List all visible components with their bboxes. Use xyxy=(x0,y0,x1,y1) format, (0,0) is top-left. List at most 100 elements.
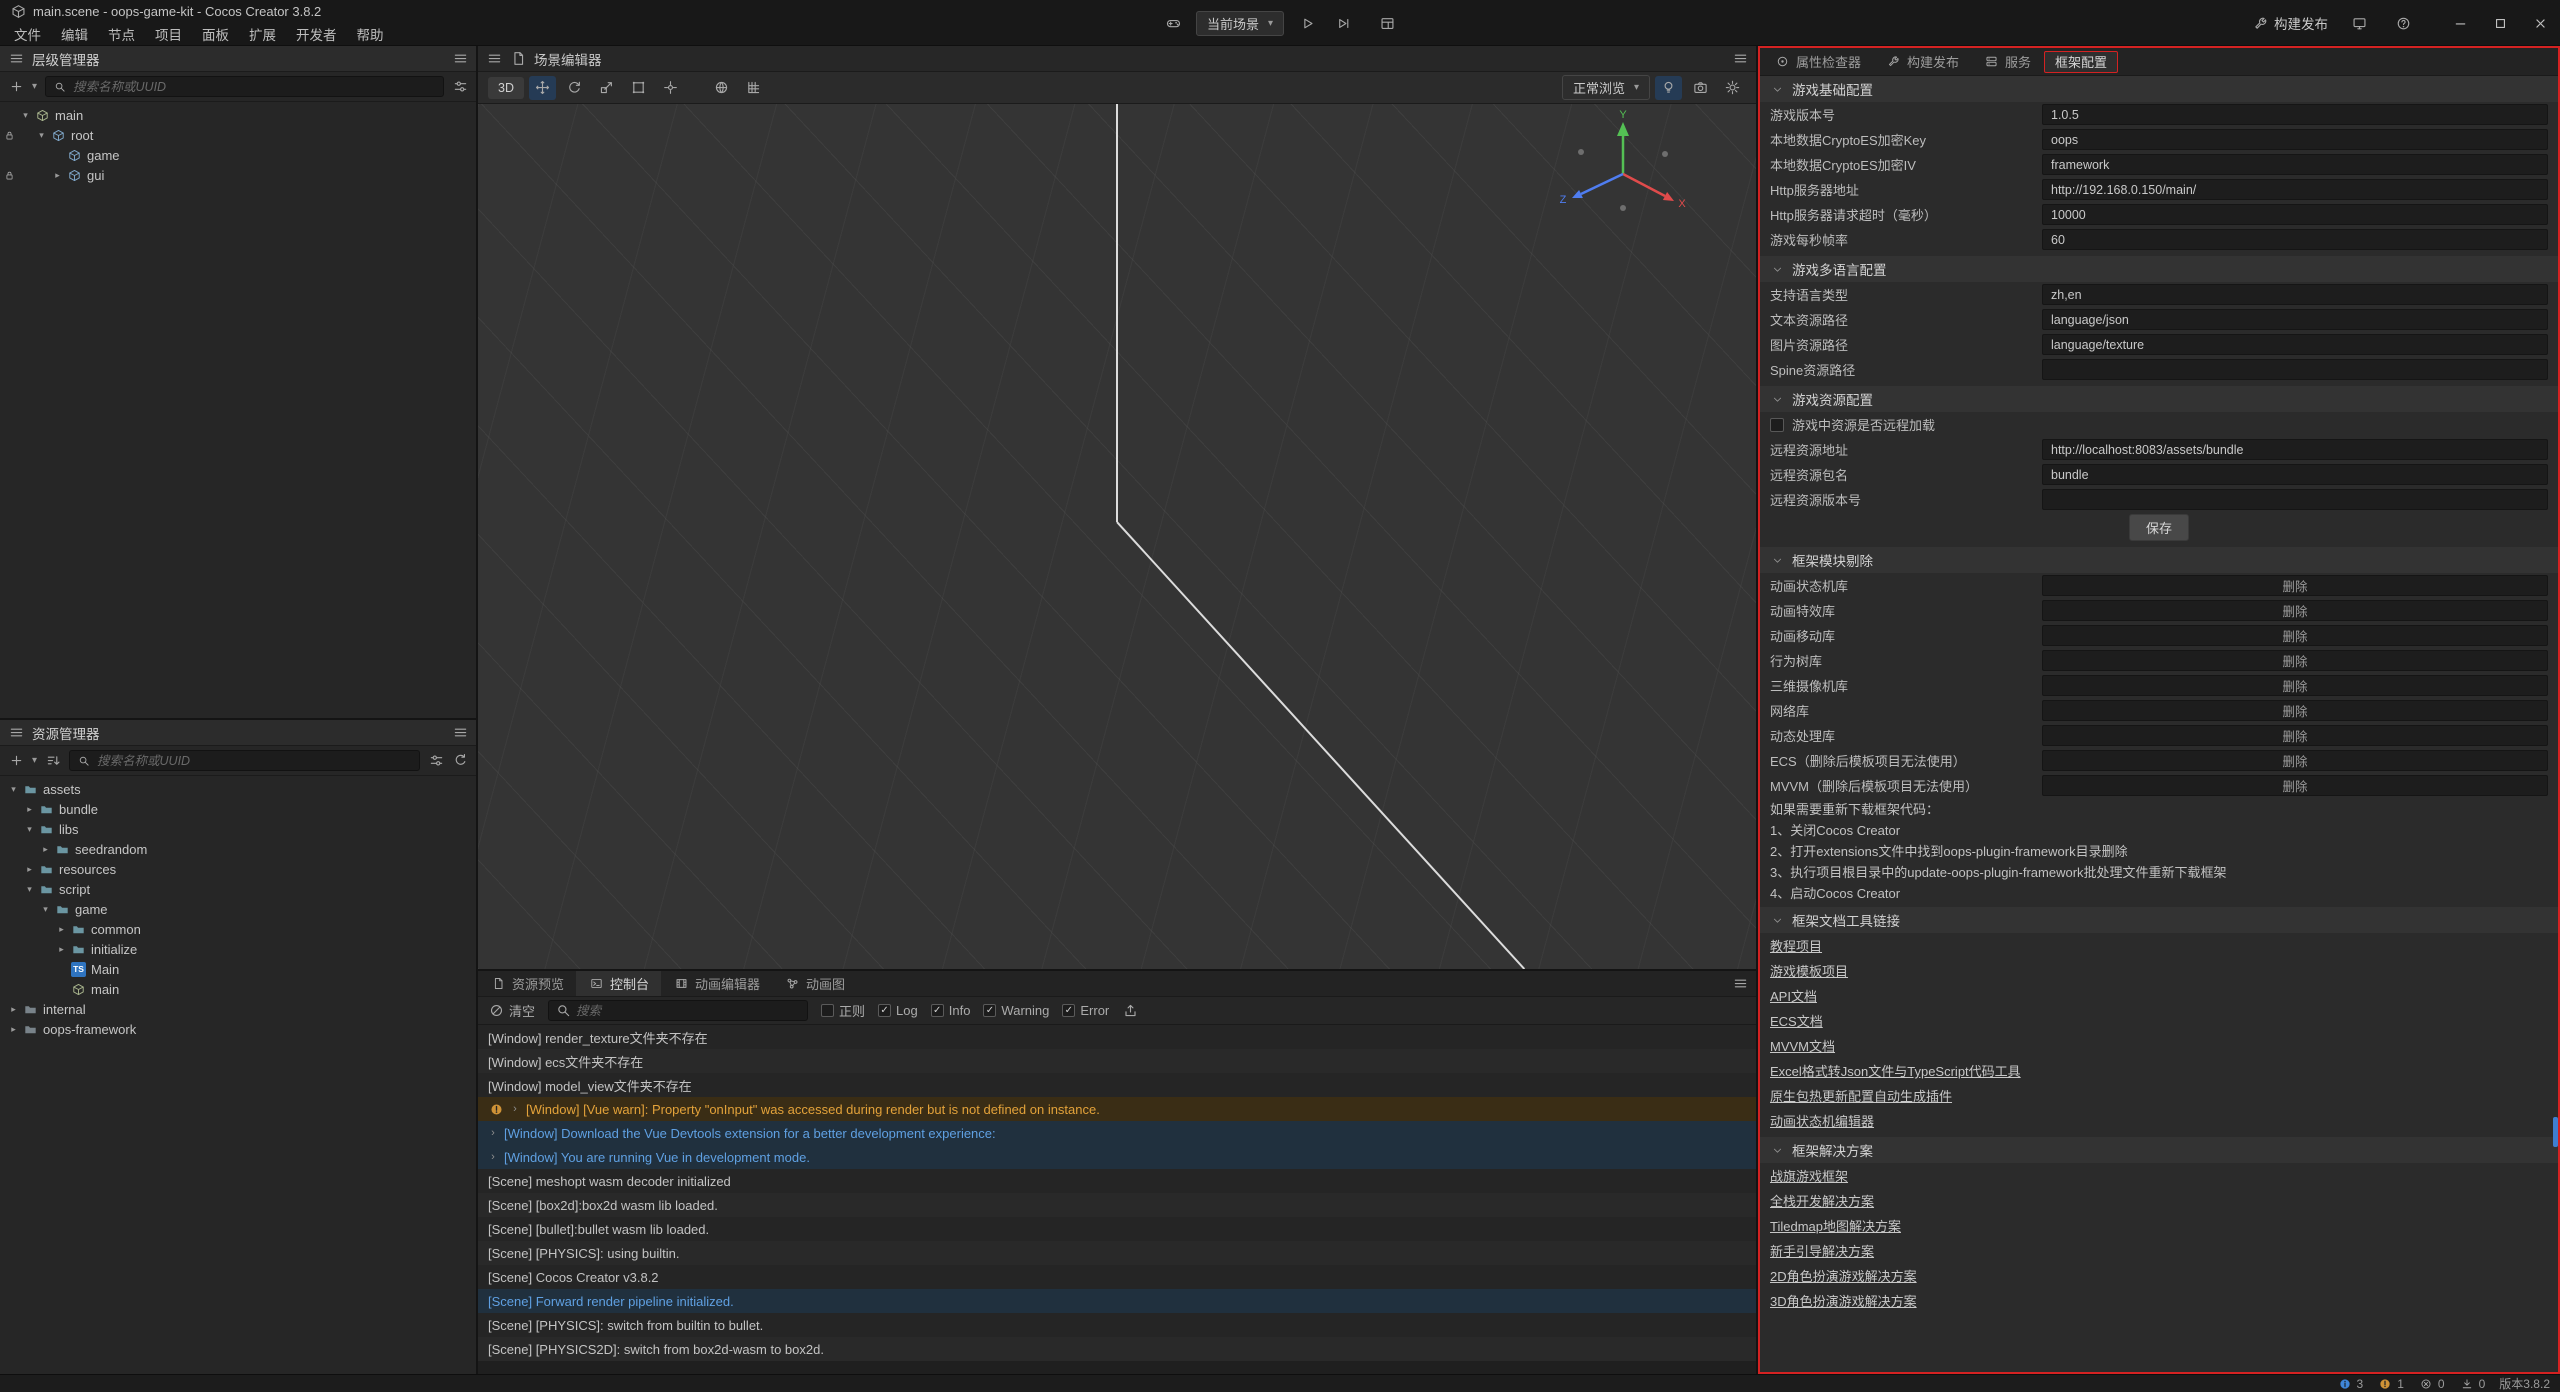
doc-link[interactable]: 动画状态机编辑器 xyxy=(1770,1111,1874,1130)
filter-error[interactable]: ✓Error xyxy=(1062,1003,1109,1018)
delete-module-button[interactable]: 删除 xyxy=(2042,675,2548,696)
text-input[interactable] xyxy=(2051,313,2539,327)
step-button[interactable] xyxy=(1330,10,1356,36)
text-field[interactable] xyxy=(2042,334,2548,355)
text-input[interactable] xyxy=(2051,468,2539,482)
scene-viewport[interactable]: Y X Z xyxy=(478,104,1756,969)
text-input[interactable] xyxy=(2051,108,2539,122)
save-button[interactable]: 保存 xyxy=(2129,514,2189,541)
inspector-tab[interactable]: 框架配置 xyxy=(2044,51,2118,73)
text-field[interactable] xyxy=(2042,129,2548,150)
text-input[interactable] xyxy=(2051,493,2539,507)
panel-options-icon[interactable] xyxy=(1732,51,1748,67)
collapse-icon[interactable]: ▾ xyxy=(18,110,33,121)
log-row[interactable]: ›[Window] You are running Vue in develop… xyxy=(478,1145,1756,1169)
doc-link[interactable]: Tiledmap地图解决方案 xyxy=(1770,1216,1901,1235)
tree-item[interactable]: ▾root xyxy=(0,125,476,145)
log-row[interactable]: [Scene] [PHYSICS]: using builtin. xyxy=(478,1241,1756,1265)
panel-menu-icon[interactable] xyxy=(8,51,24,67)
chevron-down-icon[interactable]: ▾ xyxy=(32,755,37,766)
collapse-icon[interactable]: ▾ xyxy=(34,130,49,141)
remote-load-checkbox[interactable] xyxy=(1770,418,1784,432)
doc-link[interactable]: MVVM文档 xyxy=(1770,1036,1835,1055)
panel-options-icon[interactable] xyxy=(452,725,468,741)
text-field[interactable] xyxy=(2042,489,2548,510)
expand-icon[interactable]: ▸ xyxy=(6,1004,21,1015)
text-field[interactable] xyxy=(2042,439,2548,460)
tree-item[interactable]: ▸oops-framework xyxy=(0,1019,476,1039)
hierarchy-search[interactable] xyxy=(45,76,444,97)
section-header[interactable]: 游戏基础配置 xyxy=(1760,76,2558,102)
text-field[interactable] xyxy=(2042,154,2548,175)
collapse-icon[interactable]: ▾ xyxy=(6,784,21,795)
log-row[interactable]: [Window] model_view文件夹不存在 xyxy=(478,1073,1756,1097)
doc-link[interactable]: 游戏模板项目 xyxy=(1770,961,1848,980)
expand-log-icon[interactable]: › xyxy=(488,1151,498,1163)
section-header[interactable]: 游戏多语言配置 xyxy=(1760,256,2558,282)
menu-developer[interactable]: 开发者 xyxy=(286,22,347,46)
build-publish-button[interactable]: 构建发布 xyxy=(2252,13,2328,33)
tree-item[interactable]: ▸internal xyxy=(0,999,476,1019)
delete-module-button[interactable]: 删除 xyxy=(2042,600,2548,621)
tree-item[interactable]: game xyxy=(0,145,476,165)
text-field[interactable] xyxy=(2042,104,2548,125)
text-input[interactable] xyxy=(2051,338,2539,352)
scene-editor-tab[interactable]: 场景编辑器 xyxy=(534,49,602,69)
text-field[interactable] xyxy=(2042,204,2548,225)
tree-item[interactable]: ▸resources xyxy=(0,859,476,879)
console-tab[interactable]: 控制台 xyxy=(576,971,661,996)
log-row[interactable]: [Scene] meshopt wasm decoder initialized xyxy=(478,1169,1756,1193)
expand-icon[interactable]: ▸ xyxy=(50,170,65,181)
inspector-tab[interactable]: 服务 xyxy=(1972,48,2042,75)
text-field[interactable] xyxy=(2042,464,2548,485)
inspector-tab[interactable]: 属性检查器 xyxy=(1763,48,1872,75)
tree-item[interactable]: ▸common xyxy=(0,919,476,939)
device-select-button[interactable] xyxy=(1160,10,1186,36)
menu-extension[interactable]: 扩展 xyxy=(239,22,286,46)
play-button[interactable] xyxy=(1294,10,1320,36)
delete-module-button[interactable]: 删除 xyxy=(2042,750,2548,771)
filter-warning[interactable]: ✓Warning xyxy=(983,1003,1049,1018)
tree-item[interactable]: ▾script xyxy=(0,879,476,899)
expand-icon[interactable]: ▸ xyxy=(6,1024,21,1035)
layout-button[interactable] xyxy=(1374,10,1400,36)
tree-item[interactable]: ▸seedrandom xyxy=(0,839,476,859)
view-mode-select[interactable]: 正常浏览 ▾ xyxy=(1562,75,1650,100)
gizmo-space-toggle[interactable] xyxy=(708,76,735,100)
export-log-icon[interactable] xyxy=(1122,1003,1138,1019)
delete-module-button[interactable]: 删除 xyxy=(2042,725,2548,746)
text-field[interactable] xyxy=(2042,229,2548,250)
panel-menu-icon[interactable] xyxy=(8,725,24,741)
menu-help[interactable]: 帮助 xyxy=(347,22,394,46)
delete-module-button[interactable]: 删除 xyxy=(2042,625,2548,646)
rect-tool-button[interactable] xyxy=(625,76,652,100)
console-tab[interactable]: 资源预览 xyxy=(478,971,576,996)
delete-module-button[interactable]: 删除 xyxy=(2042,575,2548,596)
scene-settings-button[interactable] xyxy=(1719,76,1746,100)
console-tab[interactable]: 动画图 xyxy=(772,971,857,996)
expand-icon[interactable]: ▸ xyxy=(22,864,37,875)
scene-capture-button[interactable] xyxy=(1687,76,1714,100)
checkbox[interactable]: ✓ xyxy=(983,1004,996,1017)
move-tool-button[interactable] xyxy=(529,76,556,100)
text-input[interactable] xyxy=(2051,233,2539,247)
tree-item[interactable]: main xyxy=(0,979,476,999)
doc-link[interactable]: 教程项目 xyxy=(1770,936,1822,955)
snap-toggle[interactable] xyxy=(740,76,767,100)
status-info-count[interactable]: 3 xyxy=(2337,1376,2364,1392)
log-row[interactable]: [Scene] [PHYSICS2D]: switch from box2d-w… xyxy=(478,1337,1756,1361)
console-search-input[interactable] xyxy=(576,1004,801,1018)
chevron-down-icon[interactable]: ▾ xyxy=(32,81,37,92)
doc-link[interactable]: 新手引导解决方案 xyxy=(1770,1241,1874,1260)
text-field[interactable] xyxy=(2042,179,2548,200)
hierarchy-search-input[interactable] xyxy=(73,80,437,94)
tree-item[interactable]: ▸initialize xyxy=(0,939,476,959)
scene-select[interactable]: 当前场景 ▾ xyxy=(1196,11,1284,36)
tree-item[interactable]: ▾assets xyxy=(0,779,476,799)
assets-filter-icon[interactable] xyxy=(428,753,444,769)
doc-link[interactable]: 原生包热更新配置自动生成插件 xyxy=(1770,1086,1952,1105)
expand-icon[interactable]: ▸ xyxy=(54,924,69,935)
filter-log[interactable]: ✓Log xyxy=(878,1003,918,1018)
expand-icon[interactable]: ▸ xyxy=(38,844,53,855)
clear-console-button[interactable]: 清空 xyxy=(488,1001,535,1020)
